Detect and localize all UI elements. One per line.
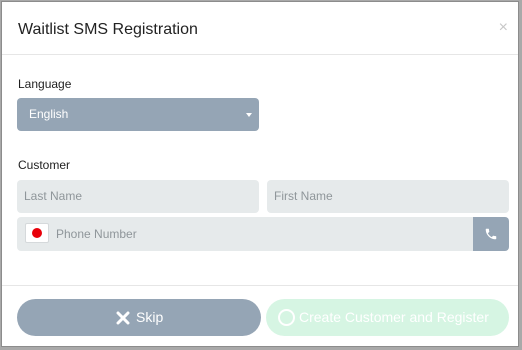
first-name-input[interactable]: First Name (267, 180, 509, 213)
phone-lookup-button[interactable] (473, 217, 509, 251)
flag-red-dot (32, 228, 42, 238)
footer-divider (2, 285, 518, 286)
modal-title: Waitlist SMS Registration (18, 21, 198, 38)
phone-icon (485, 228, 497, 240)
close-icon[interactable]: × (499, 20, 508, 36)
create-label: Create Customer and Register (299, 309, 489, 325)
create-customer-register-button[interactable]: Create Customer and Register (266, 299, 509, 336)
customer-label: Customer (18, 158, 71, 172)
phone-row: Phone Number (17, 217, 509, 251)
phone-number-placeholder: Phone Number (56, 227, 137, 241)
modal-header: Waitlist SMS Registration × (2, 2, 518, 55)
skip-label: Skip (136, 309, 164, 325)
first-name-placeholder: First Name (274, 189, 333, 203)
language-label: Language (18, 77, 72, 91)
circle-icon (278, 309, 295, 326)
x-icon (116, 311, 130, 325)
last-name-input[interactable]: Last Name (17, 180, 259, 213)
language-selected-value: English (29, 107, 69, 121)
language-select[interactable]: English (17, 98, 259, 131)
skip-button[interactable]: Skip (17, 299, 261, 336)
phone-number-input[interactable]: Phone Number (17, 217, 473, 251)
japan-flag-icon[interactable] (25, 223, 49, 243)
waitlist-sms-modal: Waitlist SMS Registration × Language Eng… (1, 1, 519, 347)
last-name-placeholder: Last Name (24, 189, 83, 203)
caret-down-icon (246, 113, 252, 117)
